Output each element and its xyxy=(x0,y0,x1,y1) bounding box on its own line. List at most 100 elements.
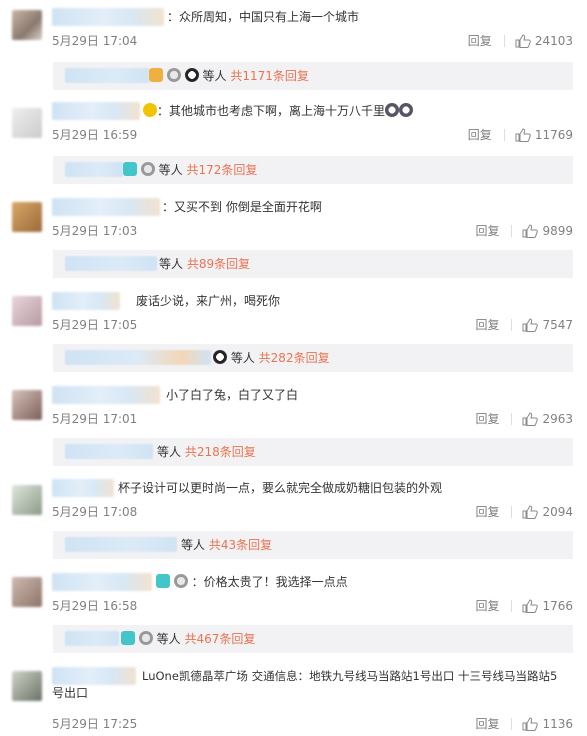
reply-button[interactable]: 回复 xyxy=(475,597,499,614)
sunglasses-emoji-icon xyxy=(143,103,157,117)
thumbs-up-icon[interactable] xyxy=(522,598,539,613)
emoji-icon xyxy=(399,103,414,117)
comment-item: LuOne凯德晶萃广场 交通信息：地铁九号线马当路站1号出口 十三号线马当路站5… xyxy=(0,667,587,736)
reply-button[interactable]: 回复 xyxy=(475,222,499,239)
divider xyxy=(511,318,513,331)
like-count: 9899 xyxy=(542,223,573,238)
thumbs-up-icon[interactable] xyxy=(522,411,539,426)
comment-actions: 回复 9899 xyxy=(475,222,573,239)
thumbs-up-icon[interactable] xyxy=(515,127,531,142)
thumbs-up-icon[interactable] xyxy=(522,223,539,238)
comment-actions: 回复 1136 xyxy=(475,715,573,732)
camera-icon xyxy=(121,631,135,645)
reply-button[interactable]: 回复 xyxy=(468,126,492,143)
divider xyxy=(511,599,513,612)
comment-actions: 回复 1766 xyxy=(475,597,573,614)
reply-summary[interactable]: 等人 共1171条回复 xyxy=(53,62,573,90)
reply-count-link[interactable]: 共89条回复 xyxy=(187,257,250,271)
divider xyxy=(511,224,513,237)
thumbs-up-icon[interactable] xyxy=(522,716,539,731)
camera-icon xyxy=(156,574,170,588)
comment-item: ：又买不到 你倒是全面开花啊 5月29日 17:03 回复 9899 等人 共8… xyxy=(0,198,587,283)
thumbs-up-icon[interactable] xyxy=(515,33,531,48)
comment-actions: 回复 2963 xyxy=(475,410,573,427)
camera-icon xyxy=(123,162,137,176)
reply-suffix: 等人 xyxy=(157,445,182,459)
comment-time: 5月29日 17:04 xyxy=(52,34,138,48)
comment-item: ：其他城市也考虑下啊，离上海十万八千里 5月29日 16:59 回复 11769… xyxy=(0,102,587,187)
divider xyxy=(503,34,505,47)
badge-icon xyxy=(149,68,163,82)
avatar[interactable] xyxy=(12,485,42,515)
username[interactable] xyxy=(52,386,160,404)
like-count: 24103 xyxy=(534,33,573,48)
comment-text-continued: 号出口 xyxy=(52,686,89,700)
username[interactable] xyxy=(52,479,114,497)
reply-suffix: 等人 xyxy=(158,163,183,177)
avatar[interactable] xyxy=(12,390,42,420)
comment-item: 废话少说，来广州，喝死你 5月29日 17:05 回复 7547 等人 共282… xyxy=(0,292,587,377)
comment-time: 5月29日 17:25 xyxy=(52,717,138,731)
reply-count-link[interactable]: 共1171条回复 xyxy=(230,69,309,83)
comment-actions: 回复 7547 xyxy=(475,316,573,333)
comment-actions: 回复 24103 xyxy=(468,32,573,49)
reply-count-link[interactable]: 共282条回复 xyxy=(259,351,330,365)
like-count: 2094 xyxy=(542,504,573,519)
reply-summary[interactable]: 等人 共89条回复 xyxy=(53,250,573,278)
avatar[interactable] xyxy=(12,296,42,326)
comment-actions: 回复 2094 xyxy=(475,503,573,520)
avatar[interactable] xyxy=(12,108,42,138)
avatar[interactable] xyxy=(12,671,42,701)
comment-item: ：众所周知，中国只有上海一个城市 5月29日 17:04 回复 24103 等人… xyxy=(0,8,587,93)
thumbs-up-icon[interactable] xyxy=(522,317,539,332)
divider xyxy=(503,128,505,141)
thumbs-up-icon[interactable] xyxy=(522,504,539,519)
comment-item: ：价格太贵了！我选择一点点 5月29日 16:58 回复 1766 等人 共46… xyxy=(0,573,587,658)
reply-count-link[interactable]: 共43条回复 xyxy=(209,538,272,552)
reply-summary[interactable]: 等人 共467条回复 xyxy=(53,625,573,653)
like-count: 2963 xyxy=(542,411,573,426)
medal-icon xyxy=(166,68,181,82)
username[interactable] xyxy=(52,8,164,26)
reply-button[interactable]: 回复 xyxy=(475,503,499,520)
reply-usernames xyxy=(65,444,153,459)
reply-summary[interactable]: 等人 共282条回复 xyxy=(53,344,573,372)
reply-button[interactable]: 回复 xyxy=(475,715,499,732)
divider xyxy=(511,505,513,518)
comment-time: 5月29日 16:58 xyxy=(52,599,138,613)
panda-icon xyxy=(213,350,227,364)
reply-button[interactable]: 回复 xyxy=(475,410,499,427)
username[interactable] xyxy=(52,102,140,120)
comment-text: ：众所周知，中国只有上海一个城市 xyxy=(167,10,360,24)
username[interactable] xyxy=(52,573,152,591)
comment-text: ：价格太贵了！我选择一点点 xyxy=(156,574,348,590)
comment-time: 5月29日 17:03 xyxy=(52,224,138,238)
reply-count-link[interactable]: 共172条回复 xyxy=(187,163,258,177)
reply-button[interactable]: 回复 xyxy=(475,316,499,333)
comment-text: ：又买不到 你倒是全面开花啊 xyxy=(162,200,322,214)
like-count: 11769 xyxy=(534,127,573,142)
reply-usernames xyxy=(65,537,177,552)
reply-usernames xyxy=(65,162,123,177)
comment-text: 杯子设计可以更时尚一点，要么就完全做成奶糖旧包装的外观 xyxy=(118,481,443,495)
reply-summary[interactable]: 等人 共43条回复 xyxy=(53,531,573,559)
reply-summary[interactable]: 等人 共218条回复 xyxy=(53,438,573,466)
like-count: 7547 xyxy=(542,317,573,332)
reply-button[interactable]: 回复 xyxy=(468,32,492,49)
avatar[interactable] xyxy=(12,10,42,40)
reply-count-link[interactable]: 共467条回复 xyxy=(185,632,256,646)
avatar[interactable] xyxy=(12,577,42,607)
divider xyxy=(511,412,513,425)
comment-text: 小了白了兔，白了又了白 xyxy=(166,388,299,402)
username[interactable] xyxy=(52,292,120,310)
comment-item: 杯子设计可以更时尚一点，要么就完全做成奶糖旧包装的外观 5月29日 17:08 … xyxy=(0,479,587,564)
reply-summary[interactable]: 等人 共172条回复 xyxy=(53,156,573,184)
divider xyxy=(511,717,513,730)
username[interactable] xyxy=(52,667,136,685)
username[interactable] xyxy=(52,198,160,216)
comment-time: 5月29日 17:08 xyxy=(52,505,138,519)
reply-count-link[interactable]: 共218条回复 xyxy=(185,445,256,459)
avatar[interactable] xyxy=(12,202,42,232)
like-count: 1136 xyxy=(542,716,573,731)
medal-icon xyxy=(138,631,153,645)
